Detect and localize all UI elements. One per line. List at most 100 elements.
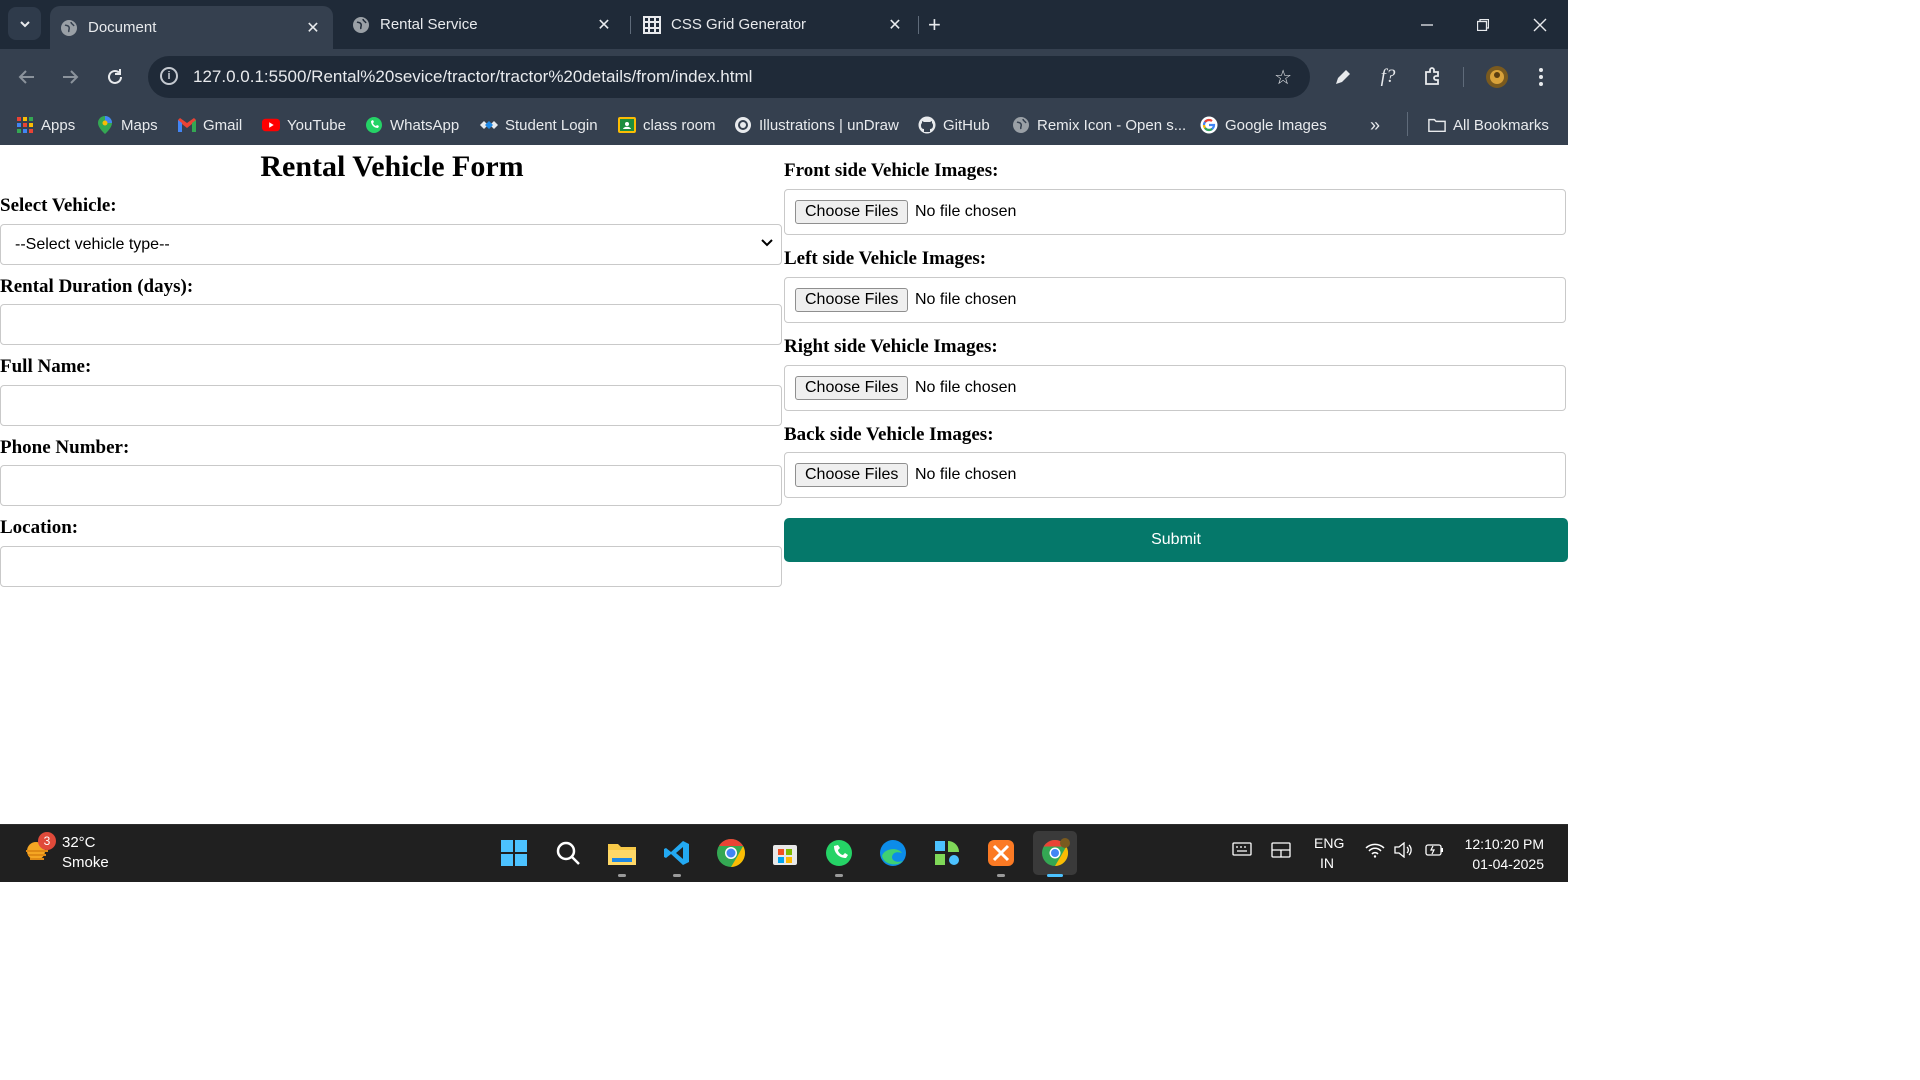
volume-icon[interactable]	[1394, 841, 1414, 863]
front-file-status: No file chosen	[915, 203, 1017, 220]
close-tab-icon[interactable]: ✕	[885, 15, 905, 35]
font-extension-icon[interactable]: f?	[1375, 64, 1401, 90]
bookmark-label: Maps	[121, 116, 158, 134]
front-images-file-input[interactable]: Choose Files No file chosen	[784, 189, 1566, 235]
bookmark-google-images[interactable]: Google Images	[1200, 114, 1327, 136]
address-bar[interactable]: i 127.0.0.1:5500/Rental%20sevice/tractor…	[148, 56, 1310, 98]
front-choose-files-button[interactable]: Choose Files	[795, 200, 909, 224]
tab-search-button[interactable]	[8, 7, 41, 40]
ms-store-icon[interactable]	[767, 835, 803, 871]
close-tab-icon[interactable]: ✕	[594, 15, 614, 35]
bookmark-github[interactable]: GitHub	[918, 114, 990, 136]
bookmark-student-login[interactable]: Student Login	[480, 114, 598, 136]
all-bookmarks-button[interactable]: All Bookmarks	[1428, 114, 1549, 136]
bookmark-undraw[interactable]: Illustrations | unDraw	[734, 114, 899, 136]
language-region[interactable]: IN	[1320, 855, 1334, 871]
vscode-icon[interactable]	[659, 835, 695, 877]
left-choose-files-button[interactable]: Choose Files	[795, 288, 909, 312]
tab-title: Rental Service	[380, 16, 478, 33]
tab-divider	[918, 16, 919, 34]
tab-rental-service[interactable]: Rental Service ✕	[342, 0, 624, 49]
vehicle-type-value: --Select vehicle type--	[15, 235, 170, 253]
right-choose-files-button[interactable]: Choose Files	[795, 376, 909, 400]
windows-taskbar: 3 32°C Smoke ENG IN 12:10:20 PM 01-04-20…	[0, 824, 1568, 882]
globe-icon	[60, 19, 78, 37]
site-info-icon[interactable]: i	[160, 67, 178, 85]
bookmark-whatsapp[interactable]: WhatsApp	[365, 114, 459, 136]
extensions-puzzle-icon[interactable]	[1420, 64, 1446, 90]
more-bookmarks-icon[interactable]: »	[1370, 114, 1380, 136]
submit-button[interactable]: Submit	[784, 518, 1568, 562]
profile-avatar[interactable]	[1484, 64, 1510, 90]
whatsapp-icon[interactable]	[821, 835, 857, 877]
bookmark-youtube[interactable]: YouTube	[262, 114, 346, 136]
new-tab-icon[interactable]: +	[928, 12, 941, 38]
close-tab-icon[interactable]: ✕	[303, 18, 323, 38]
bookmarks-bar: Apps Maps Gmail YouTube WhatsApp Student…	[0, 105, 1568, 145]
app-icon[interactable]	[929, 835, 965, 871]
file-explorer-icon[interactable]	[604, 835, 640, 877]
bookmark-remix-icon[interactable]: Remix Icon - Open s...	[1012, 114, 1186, 136]
running-indicator	[997, 874, 1005, 877]
globe-icon	[352, 16, 370, 34]
xampp-icon[interactable]	[983, 835, 1019, 877]
bookmark-label: YouTube	[287, 116, 346, 134]
location-input[interactable]	[0, 546, 782, 587]
back-choose-files-button[interactable]: Choose Files	[795, 463, 909, 487]
github-icon	[918, 116, 936, 134]
youtube-icon	[262, 116, 280, 134]
all-bookmarks-label: All Bookmarks	[1453, 116, 1549, 134]
bookmark-apps[interactable]: Apps	[16, 114, 75, 136]
select-vehicle-label: Select Vehicle:	[0, 195, 117, 216]
minimize-icon[interactable]	[1399, 0, 1455, 49]
right-images-file-input[interactable]: Choose Files No file chosen	[784, 365, 1566, 411]
gmail-icon	[178, 116, 196, 134]
tab-title: CSS Grid Generator	[671, 16, 807, 33]
keyboard-icon[interactable]	[1232, 842, 1252, 861]
tab-divider	[630, 16, 631, 34]
bookmark-label: Illustrations | unDraw	[759, 116, 899, 134]
forward-arrow-icon[interactable]	[58, 65, 82, 89]
tablet-mode-icon[interactable]	[1271, 842, 1291, 863]
back-images-file-input[interactable]: Choose Files No file chosen	[784, 452, 1566, 498]
close-window-icon[interactable]	[1512, 0, 1568, 49]
url-text[interactable]: 127.0.0.1:5500/Rental%20sevice/tractor/t…	[193, 67, 752, 87]
full-name-input[interactable]	[0, 385, 782, 426]
bookmark-star-icon[interactable]: ☆	[1274, 65, 1292, 90]
chrome-icon[interactable]	[713, 835, 749, 871]
edge-icon[interactable]	[875, 835, 911, 871]
wifi-icon[interactable]	[1365, 842, 1385, 863]
pen-extension-icon[interactable]	[1330, 64, 1356, 90]
back-file-status: No file chosen	[915, 466, 1017, 483]
tab-css-grid-generator[interactable]: CSS Grid Generator ✕	[633, 0, 915, 49]
front-images-label: Front side Vehicle Images:	[784, 160, 999, 181]
bookmark-gmail[interactable]: Gmail	[178, 114, 242, 136]
bookmark-class-room[interactable]: class room	[618, 114, 716, 136]
rental-duration-input[interactable]	[0, 304, 782, 345]
location-label: Location:	[0, 517, 79, 538]
chrome-profile-icon[interactable]	[1033, 831, 1077, 877]
start-icon[interactable]	[496, 835, 532, 871]
bookmark-label: Student Login	[505, 116, 598, 134]
active-indicator	[1047, 874, 1063, 877]
clock-date: 01-04-2025	[1472, 856, 1544, 872]
bookmark-label: Gmail	[203, 116, 243, 134]
phone-number-input[interactable]	[0, 465, 782, 506]
left-images-file-input[interactable]: Choose Files No file chosen	[784, 277, 1566, 323]
phone-number-label: Phone Number:	[0, 437, 130, 458]
battery-icon[interactable]	[1424, 842, 1444, 863]
system-clock[interactable]: 12:10:20 PM 01-04-2025	[1465, 834, 1544, 874]
reload-icon[interactable]	[103, 65, 127, 89]
bookmark-label: WhatsApp	[390, 116, 460, 134]
folder-icon	[1428, 116, 1446, 134]
bookmarks-divider	[1407, 112, 1408, 136]
search-icon[interactable]	[550, 835, 586, 871]
vehicle-type-select[interactable]: --Select vehicle type--	[0, 224, 782, 265]
back-arrow-icon[interactable]	[15, 65, 39, 89]
whatsapp-icon	[365, 116, 383, 134]
tab-document[interactable]: Document ✕	[50, 6, 333, 49]
more-menu-icon[interactable]	[1528, 64, 1554, 90]
restore-icon[interactable]	[1455, 0, 1511, 49]
language-code[interactable]: ENG	[1314, 835, 1344, 851]
bookmark-maps[interactable]: Maps	[96, 114, 158, 136]
